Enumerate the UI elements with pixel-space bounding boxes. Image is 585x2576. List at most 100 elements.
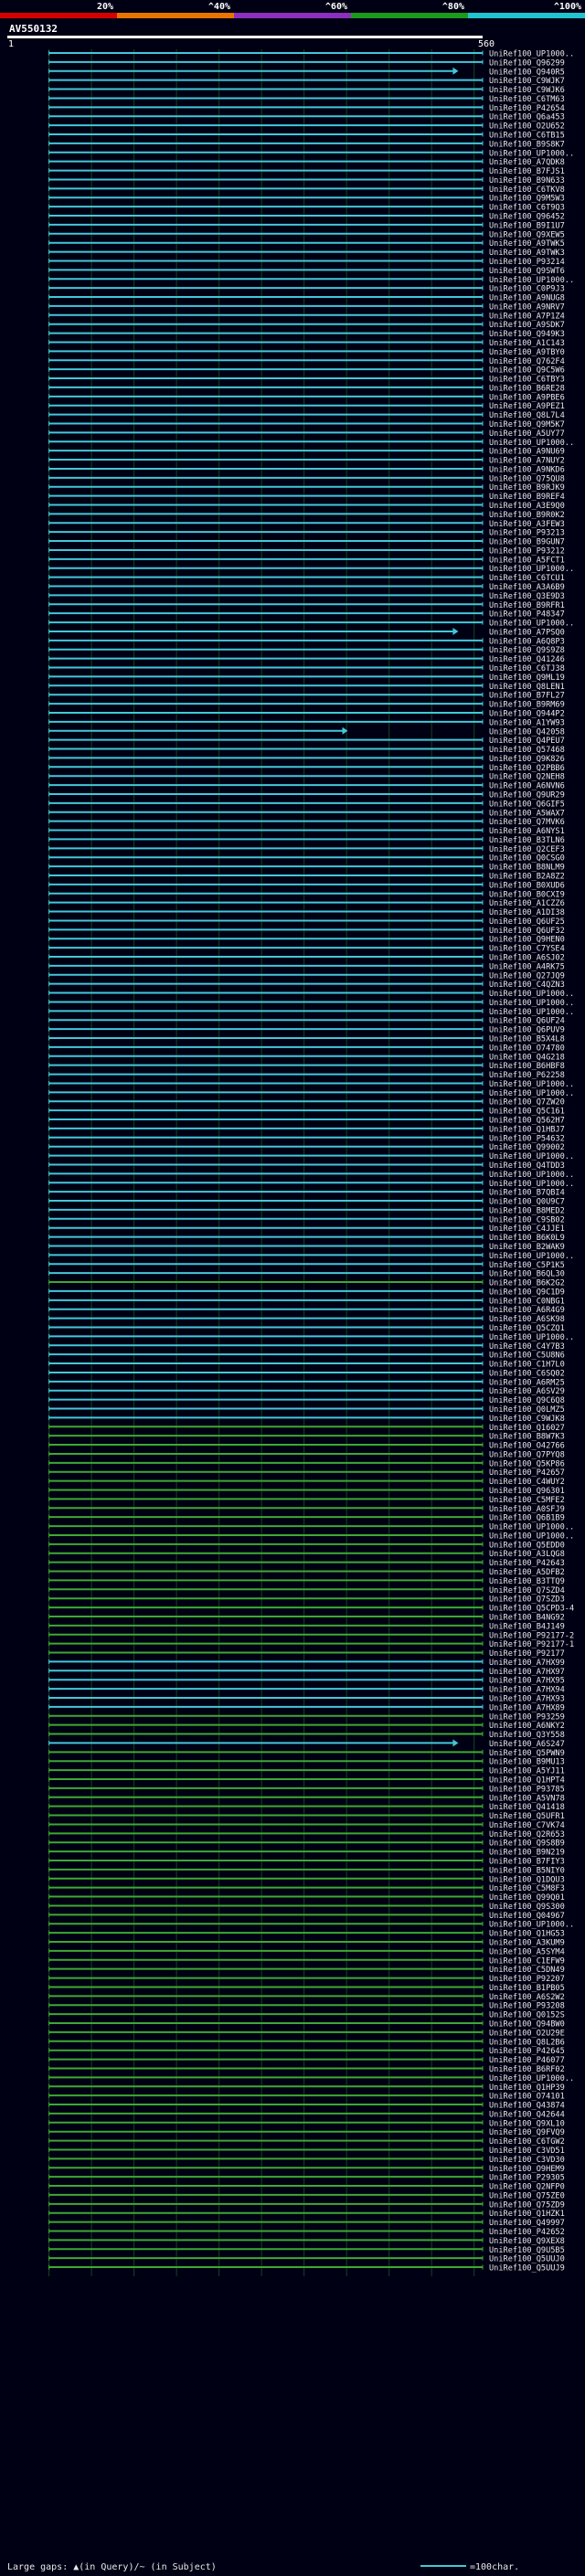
hit-label[interactable]: UniRef100_UP1000.. (489, 1171, 574, 1180)
hit-label[interactable]: UniRef100_Q9C1D9 (489, 1288, 565, 1297)
hit-label[interactable]: UniRef100_Q6UF24 (489, 1017, 565, 1026)
hit-label[interactable]: UniRef100_A7PSQ0 (489, 628, 565, 637)
hit-label[interactable]: UniRef100_Q7SZD3 (489, 1595, 565, 1605)
hit-label[interactable]: UniRef100_Q9C6Q8 (489, 1396, 565, 1405)
hit-label[interactable]: UniRef100_UP1000.. (489, 276, 574, 285)
hit-label[interactable]: UniRef100_P42657 (489, 1468, 565, 1478)
hit-label[interactable]: UniRef100_C6TGW2 (489, 2137, 565, 2147)
hit-label[interactable]: UniRef100_UP1000.. (489, 565, 574, 574)
hit-label[interactable]: UniRef100_Q9S9Z8 (489, 646, 565, 655)
hit-label[interactable]: UniRef100_O42766 (489, 1442, 565, 1451)
hit-label[interactable]: UniRef100_Q9C5W6 (489, 366, 565, 376)
hit-label[interactable]: UniRef100_C1H7L0 (489, 1361, 565, 1370)
hit-label[interactable]: UniRef100_O9HEM9 (489, 2165, 565, 2174)
hit-label[interactable]: UniRef100_A5YJ11 (489, 1767, 565, 1776)
hit-label[interactable]: UniRef100_B9I1U7 (489, 221, 565, 230)
hit-label[interactable]: UniRef100_B9N219 (489, 1849, 565, 1858)
hit-label[interactable]: UniRef100_Q9U5B5 (489, 2246, 565, 2255)
hit-label[interactable]: UniRef100_A3LQG8 (489, 1550, 565, 1559)
hit-label[interactable]: UniRef100_A6SJ02 (489, 954, 565, 963)
hit-label[interactable]: UniRef100_UP1000.. (489, 149, 574, 158)
hit-label[interactable]: UniRef100_UP1000.. (489, 2074, 574, 2083)
hit-label[interactable]: UniRef100_A6Q8P3 (489, 637, 565, 646)
hit-label[interactable]: UniRef100_UP1000.. (489, 1152, 574, 1161)
hit-label[interactable]: UniRef100_Q5CZQ1 (489, 1324, 565, 1333)
hit-label[interactable]: UniRef100_Q2R653 (489, 1830, 565, 1839)
hit-label[interactable]: UniRef100_Q9HEN0 (489, 936, 565, 945)
hit-label[interactable]: UniRef100_A5DFB2 (489, 1568, 565, 1577)
hit-label[interactable]: UniRef100_Q1HP39 (489, 2083, 565, 2093)
hit-label[interactable]: UniRef100_B4J149 (489, 1622, 565, 1631)
hit-label[interactable]: UniRef100_Q1HZK1 (489, 2210, 565, 2219)
hit-label[interactable]: UniRef100_A6NKY2 (489, 1722, 565, 1731)
hit-label[interactable]: UniRef100_C1EFW9 (489, 1956, 565, 1966)
hit-label[interactable]: UniRef100_A7HX94 (489, 1686, 565, 1695)
hit-label[interactable]: UniRef100_Q5UUJ9 (489, 2264, 565, 2274)
hit-label[interactable]: UniRef100_Q2NEH8 (489, 773, 565, 782)
hit-label[interactable]: UniRef100_Q4G218 (489, 1053, 565, 1062)
hit-label[interactable]: UniRef100_Q9XEW5 (489, 230, 565, 239)
hit-label[interactable]: UniRef100_B2A8Z2 (489, 872, 565, 881)
hit-label[interactable]: UniRef100_Q4PEU7 (489, 737, 565, 746)
hit-label[interactable]: UniRef100_A5VN78 (489, 1794, 565, 1803)
hit-label[interactable]: UniRef100_B7FIY3 (489, 1858, 565, 1867)
hit-label[interactable]: UniRef100_C7YSE4 (489, 945, 565, 954)
hit-label[interactable]: UniRef100_Q99Q01 (489, 1893, 565, 1903)
hit-label[interactable]: UniRef100_B9RFR1 (489, 601, 565, 610)
hit-label[interactable]: UniRef100_Q9K826 (489, 755, 565, 764)
hit-label[interactable]: UniRef100_B0XUD6 (489, 881, 565, 890)
hit-label[interactable]: UniRef100_P29305 (489, 2174, 565, 2183)
hit-label[interactable]: UniRef100_C5U8N6 (489, 1352, 565, 1361)
hit-label[interactable]: UniRef100_A7QDK8 (489, 158, 565, 167)
hit-label[interactable]: UniRef100_UP1000.. (489, 620, 574, 629)
hit-label[interactable]: UniRef100_A7NUY2 (489, 457, 565, 466)
hit-label[interactable]: UniRef100_P93214 (489, 258, 565, 267)
hit-label[interactable]: UniRef100_A9NU69 (489, 448, 565, 457)
hit-label[interactable]: UniRef100_Q0152S (489, 2011, 565, 2020)
hit-label[interactable]: UniRef100_A1YW93 (489, 718, 565, 727)
hit-label[interactable]: UniRef100_C4QZN3 (489, 981, 565, 990)
hit-label[interactable]: UniRef100_C9SB02 (489, 1215, 565, 1224)
hit-label[interactable]: UniRef100_A1CZZ6 (489, 899, 565, 908)
hit-label[interactable]: UniRef100_Q6GIF5 (489, 800, 565, 809)
hit-label[interactable]: UniRef100_Q7MVK6 (489, 818, 565, 827)
hit-label[interactable]: UniRef100_B6K2G2 (489, 1279, 565, 1288)
hit-label[interactable]: UniRef100_B9S8K7 (489, 140, 565, 149)
hit-label[interactable]: UniRef100_Q27JQ9 (489, 971, 565, 981)
hit-label[interactable]: UniRef100_Q6a453 (489, 113, 565, 122)
hit-label[interactable]: UniRef100_Q8LEN1 (489, 683, 565, 692)
hit-label[interactable]: UniRef100_B6QL30 (489, 1270, 565, 1279)
hit-label[interactable]: UniRef100_A1C143 (489, 339, 565, 348)
hit-label[interactable]: UniRef100_C9WJK6 (489, 86, 565, 95)
hit-label[interactable]: UniRef100_C5P1K5 (489, 1261, 565, 1270)
hit-label[interactable]: UniRef100_A7HX99 (489, 1659, 565, 1668)
hit-label[interactable]: UniRef100_B6RF02 (489, 2065, 565, 2074)
hit-label[interactable]: UniRef100_B9GUN7 (489, 538, 565, 547)
hit-label[interactable]: UniRef100_C3VD51 (489, 2147, 565, 2156)
hit-label[interactable]: UniRef100_Q43874 (489, 2102, 565, 2111)
hit-label[interactable]: UniRef100_Q41246 (489, 655, 565, 664)
hit-label[interactable]: UniRef100_Q7SZD4 (489, 1586, 565, 1595)
hit-label[interactable]: UniRef100_P62258 (489, 1071, 565, 1080)
hit-label[interactable]: UniRef100_Q762F4 (489, 357, 565, 366)
hit-label[interactable]: UniRef100_A9NRV7 (489, 302, 565, 312)
hit-label[interactable]: UniRef100_Q75ZD9 (489, 2200, 565, 2210)
hit-label[interactable]: UniRef100_Q6PUV9 (489, 1026, 565, 1035)
hit-label[interactable]: UniRef100_B4NG92 (489, 1613, 565, 1622)
hit-label[interactable]: UniRef100_UP1000.. (489, 1089, 574, 1098)
hit-label[interactable]: UniRef100_A9TBY0 (489, 348, 565, 357)
hit-label[interactable]: UniRef100_O2U29E (489, 2029, 565, 2038)
hit-label[interactable]: UniRef100_A9TWK3 (489, 249, 565, 258)
hit-label[interactable]: UniRef100_B7FL27 (489, 692, 565, 701)
hit-label[interactable]: UniRef100_A1DI38 (489, 908, 565, 917)
hit-label[interactable]: UniRef100_Q5PWN9 (489, 1749, 565, 1758)
hit-label[interactable]: UniRef100_C6TB15 (489, 132, 565, 141)
hit-label[interactable]: UniRef100_C6T9Q3 (489, 204, 565, 213)
hit-label[interactable]: UniRef100_A9NUG8 (489, 294, 565, 303)
hit-label[interactable]: UniRef100_Q5UUJ0 (489, 2255, 565, 2264)
hit-label[interactable]: UniRef100_Q9M5K7 (489, 420, 565, 429)
hit-label[interactable]: UniRef100_A3A6B9 (489, 583, 565, 592)
hit-label[interactable]: UniRef100_Q0CSG0 (489, 854, 565, 864)
hit-label[interactable]: UniRef100_P93785 (489, 1785, 565, 1794)
hit-label[interactable]: UniRef100_Q8L2B6 (489, 2038, 565, 2047)
